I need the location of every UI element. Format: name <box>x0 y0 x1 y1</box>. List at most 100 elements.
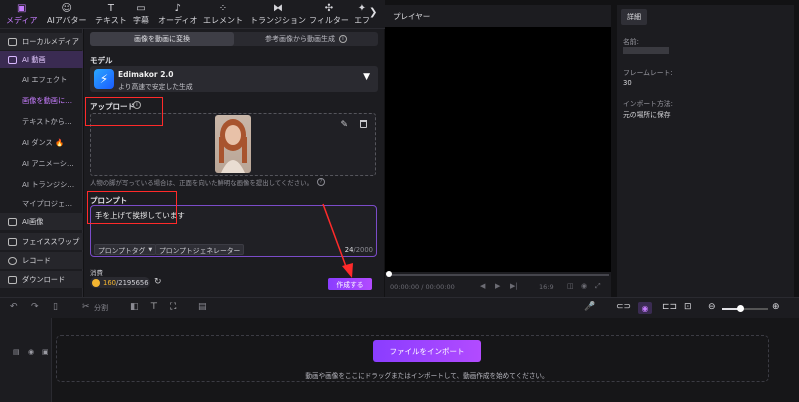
sidebar-item-download[interactable]: ダウンロード <box>0 271 83 288</box>
tool-element-label: エレメント <box>203 16 243 25</box>
import-file-button[interactable]: ファイルをインポート <box>373 340 481 362</box>
help-icon[interactable]: ? <box>317 178 325 186</box>
toolbar-next-icon[interactable]: ❯ <box>369 7 377 18</box>
name-label: 名前: <box>623 38 639 46</box>
mode-tabs: 画像を動画に変換 参考画像から動画生成 i <box>90 32 378 46</box>
ai-avatar-icon: ☺ <box>61 3 72 14</box>
text-tool-icon[interactable]: ⊤ <box>150 302 158 312</box>
zoom-in-icon[interactable]: ⊕ <box>772 302 780 312</box>
sidebar-item-label: 画像を動画に... <box>22 95 72 105</box>
sidebar-item-ai-image[interactable]: AI画像 <box>0 213 83 230</box>
fullscreen-icon[interactable]: ⤢ <box>595 282 601 291</box>
tool-audio[interactable]: ♪ オーディオ <box>158 3 197 27</box>
tab-image-to-video[interactable]: 画像を動画に変換 <box>90 32 234 46</box>
media-icon: ▣ <box>17 3 27 14</box>
playhead-knob[interactable] <box>386 271 392 277</box>
highlight-prompt-box <box>87 191 177 224</box>
import-label: インポート方法: <box>623 100 673 108</box>
sidebar-item-label: ローカルメディア <box>22 36 79 46</box>
edit-icon[interactable]: ✎ <box>340 120 348 130</box>
sidebar-item-label: AI ダンス 🔥 <box>22 137 64 147</box>
tool-ai-avatar-label: AIアバター <box>47 16 87 25</box>
playback-progress[interactable] <box>387 274 609 276</box>
tool-text[interactable]: T テキスト <box>95 3 127 27</box>
sidebar-item-label: マイプロジェ... <box>22 198 72 208</box>
credits-total: /2195656 <box>115 278 149 287</box>
lock-icon[interactable]: ▣ <box>42 348 49 356</box>
sidebar-item-record[interactable]: レコード <box>0 252 83 269</box>
model-description: より高速で安定した生成 <box>118 83 193 91</box>
tool-ai-avatar[interactable]: ☺ AIアバター <box>47 3 87 27</box>
model-selector[interactable]: ⚡ Edimakor 2.0 より高速で安定した生成 ▼ <box>90 66 378 92</box>
tool-caption[interactable]: ▭ 字幕 <box>133 3 149 27</box>
effect-icon: ✦ <box>357 3 367 14</box>
sidebar-item-ai-transition[interactable]: AI トランジシ... <box>0 176 83 193</box>
tab-details[interactable]: 詳細 <box>621 9 647 25</box>
snapshot-icon[interactable]: ◫ <box>567 282 574 290</box>
fit-icon[interactable]: ⊡ <box>684 302 692 312</box>
split-track-icon[interactable]: ⊏⊐ <box>662 302 677 312</box>
sidebar-item-ai-animation[interactable]: AI アニメーシ... <box>0 155 83 172</box>
trash-icon[interactable] <box>360 120 367 128</box>
volume-icon[interactable]: ◉ <box>581 282 587 290</box>
tab-reference-label: 参考画像から動画生成 <box>265 35 335 43</box>
freeze-icon[interactable]: ▤ <box>198 302 207 312</box>
tool-element[interactable]: ⁘ エレメント <box>203 3 243 27</box>
sidebar-item-ai-effect[interactable]: AI エフェクト <box>0 71 83 88</box>
track-grid-icon[interactable]: ▤ <box>13 348 20 356</box>
tab-reference-to-video[interactable]: 参考画像から動画生成 i <box>234 32 378 46</box>
marker-icon[interactable]: ◧ <box>130 302 139 312</box>
play-icon[interactable]: ▶ <box>495 282 500 290</box>
details-panel: 詳細 名前: フレームレート: 30 インポート方法: 元の場所に保存 <box>617 5 794 297</box>
tool-filter-label: フィルター <box>309 16 349 25</box>
ai-image-icon <box>8 217 17 226</box>
transition-icon: ⧓ <box>273 3 283 14</box>
sidebar-item-my-projects[interactable]: マイプロジェ... <box>0 195 83 212</box>
link-icon[interactable]: ⊂⊃ <box>616 302 631 312</box>
tool-transition[interactable]: ⧓ トランジション <box>250 3 306 27</box>
fps-value: 30 <box>623 79 632 87</box>
crop-icon[interactable]: ⛶ <box>170 302 176 312</box>
info-icon[interactable]: i <box>339 35 347 43</box>
ai-video-icon <box>8 55 17 64</box>
split-label[interactable]: 分割 <box>94 303 108 313</box>
redo-icon[interactable]: ↷ <box>31 302 39 312</box>
next-frame-icon[interactable]: ▶| <box>510 282 518 290</box>
scissors-icon[interactable]: ✂ <box>82 302 90 312</box>
tool-effect[interactable]: ✦ エフ <box>355 3 369 27</box>
sidebar-item-image-to-video[interactable]: 画像を動画に... <box>0 92 83 109</box>
sidebar-item-text-to-video[interactable]: テキストから... <box>0 113 83 130</box>
delete-icon[interactable]: ▯ <box>53 302 58 312</box>
sidebar-item-ai-dance[interactable]: AI ダンス 🔥 <box>0 134 83 151</box>
credits-used: 160 <box>103 278 116 287</box>
time-current: 00:00:00 <box>390 283 420 291</box>
upload-hint: 人物の脚が写っている場合は、正面を向いた鮮明な画像を提出してください。 <box>90 179 313 187</box>
eye-icon[interactable]: ◉ <box>28 348 34 356</box>
sidebar-item-face-swap[interactable]: フェイススワップ <box>0 233 83 250</box>
sidebar-item-local-media[interactable]: ローカルメディア <box>0 33 83 50</box>
prompt-tag-button[interactable]: プロンプトタグ ▼ <box>94 244 157 255</box>
sidebar-item-label: テキストから... <box>22 116 72 126</box>
zoom-out-icon[interactable]: ⊖ <box>708 302 716 312</box>
tool-media-label: メディア <box>6 16 38 25</box>
track-header: ▤ ◉ ▣ <box>0 318 52 402</box>
model-name: Edimakor 2.0 <box>118 70 174 79</box>
prompt-generator-button[interactable]: プロンプトジェネレーター <box>155 244 245 255</box>
tool-filter[interactable]: ✣ フィルター <box>309 3 349 27</box>
tool-audio-label: オーディオ <box>158 16 198 25</box>
player-panel: プレイヤー 00:00:00 / 00:00:00 ◀ ▶ ▶| 16:9 ◫ … <box>385 5 611 297</box>
microphone-icon[interactable]: 🎤 <box>584 302 595 312</box>
folder-icon <box>8 37 17 46</box>
player-title: プレイヤー <box>393 12 431 21</box>
video-preview <box>385 27 611 272</box>
highlight-upload-box <box>85 97 163 126</box>
sidebar-item-ai-video[interactable]: AI 動画 <box>0 51 83 68</box>
zoom-slider-knob[interactable] <box>737 305 744 312</box>
lightning-icon: ⚡ <box>94 69 114 89</box>
undo-icon[interactable]: ↶ <box>10 302 18 312</box>
refresh-icon[interactable]: ↻ <box>154 277 162 287</box>
tool-media[interactable]: ▣ メディア <box>6 3 37 27</box>
aspect-ratio-select[interactable]: 16:9 <box>539 283 554 291</box>
magnet-snap-icon[interactable]: ◉ <box>638 302 652 314</box>
prev-frame-icon[interactable]: ◀ <box>480 282 485 290</box>
